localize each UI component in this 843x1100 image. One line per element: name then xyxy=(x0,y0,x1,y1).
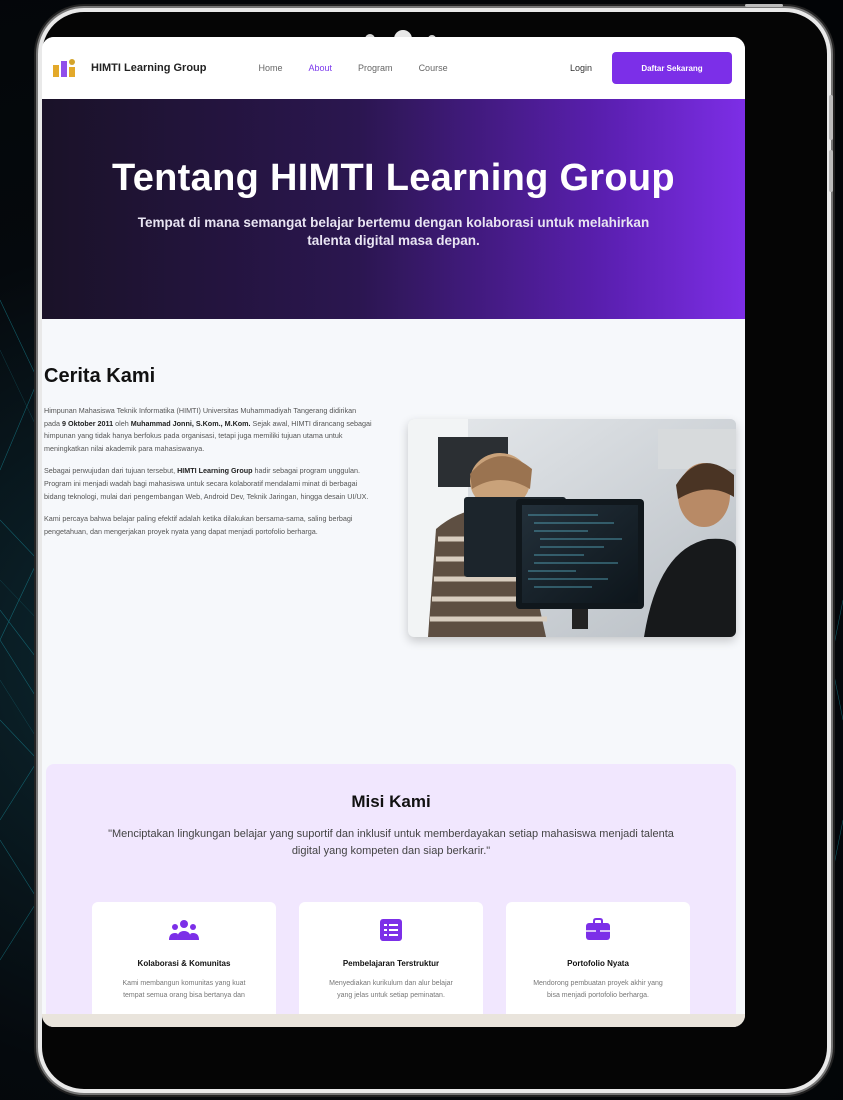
team-photo xyxy=(408,419,736,637)
mission-card: Pembelajaran Terstruktur Menyediakan kur… xyxy=(299,902,483,1027)
register-button[interactable]: Daftar Sekarang xyxy=(612,52,732,84)
story-paragraph-1: Himpunan Mahasiswa Teknik Informatika (H… xyxy=(44,405,374,455)
story-text: Himpunan Mahasiswa Teknik Informatika (H… xyxy=(44,405,374,548)
top-button xyxy=(745,4,783,7)
users-icon xyxy=(169,918,199,947)
navbar: HIMTI Learning Group Home About Program … xyxy=(42,37,745,99)
card-text: Menyediakan kurikulum dan alur belajar y… xyxy=(329,980,453,1000)
card-text: Mendorong pembuatan proyek akhir yang bi… xyxy=(533,980,663,1000)
nav-links: Home About Program Course xyxy=(259,63,474,73)
list-icon xyxy=(379,918,403,947)
nav-link-course[interactable]: Course xyxy=(419,63,448,73)
card-title: Portofolio Nyata xyxy=(567,959,629,968)
nav-link-about[interactable]: About xyxy=(309,63,333,73)
briefcase-icon xyxy=(585,918,611,947)
story-paragraph-2: Sebagai perwujudan dari tujuan tersebut,… xyxy=(44,465,374,503)
browser-screen: HIMTI Learning Group Home About Program … xyxy=(42,37,745,1027)
side-button-top xyxy=(829,95,833,140)
mission-quote: "Menciptakan lingkungan belajar yang sup… xyxy=(108,828,674,858)
story-p1-by: oleh xyxy=(113,418,131,428)
bottom-strip xyxy=(42,1014,745,1027)
hero-section: Tentang HIMTI Learning Group Tempat di m… xyxy=(42,99,745,319)
story-p2-text: Sebagai perwujudan dari tujuan tersebut, xyxy=(44,466,178,476)
login-link[interactable]: Login xyxy=(570,63,592,73)
founding-date: 9 Oktober 2011 xyxy=(62,418,114,428)
nav-link-home[interactable]: Home xyxy=(259,63,283,73)
founder-name: Muhammad Jonni, S.Kom., M.Kom. xyxy=(130,418,251,428)
story-section: Cerita Kami Himpunan Mahasiswa Teknik In… xyxy=(42,319,745,739)
story-heading: Cerita Kami xyxy=(44,365,156,387)
program-name: HIMTI Learning Group xyxy=(177,466,253,476)
card-title: Kolaborasi & Komunitas xyxy=(137,959,231,968)
card-title: Pembelajaran Terstruktur xyxy=(342,959,440,968)
mission-card: Portofolio Nyata Mendorong pembuatan pro… xyxy=(506,902,690,1027)
mission-section: Misi Kami "Menciptakan lingkungan belaja… xyxy=(46,764,736,1027)
page-title: Tentang HIMTI Learning Group xyxy=(112,157,675,199)
card-text: Kami membangun komunitas yang kuat tempa… xyxy=(122,980,246,1000)
mission-heading: Misi Kami xyxy=(351,792,431,811)
hero-subtitle: Tempat di mana semangat belajar bertemu … xyxy=(137,215,650,249)
story-paragraph-3: Kami percaya bahwa belajar paling efekti… xyxy=(44,514,353,536)
logo-icon[interactable] xyxy=(52,58,78,78)
brand-name[interactable]: HIMTI Learning Group xyxy=(91,62,207,74)
mission-card: Kolaborasi & Komunitas Kami membangun ko… xyxy=(92,902,276,1027)
side-button-bottom xyxy=(829,150,833,192)
nav-link-program[interactable]: Program xyxy=(358,63,393,73)
mission-cards: Kolaborasi & Komunitas Kami membangun ko… xyxy=(92,902,690,1027)
